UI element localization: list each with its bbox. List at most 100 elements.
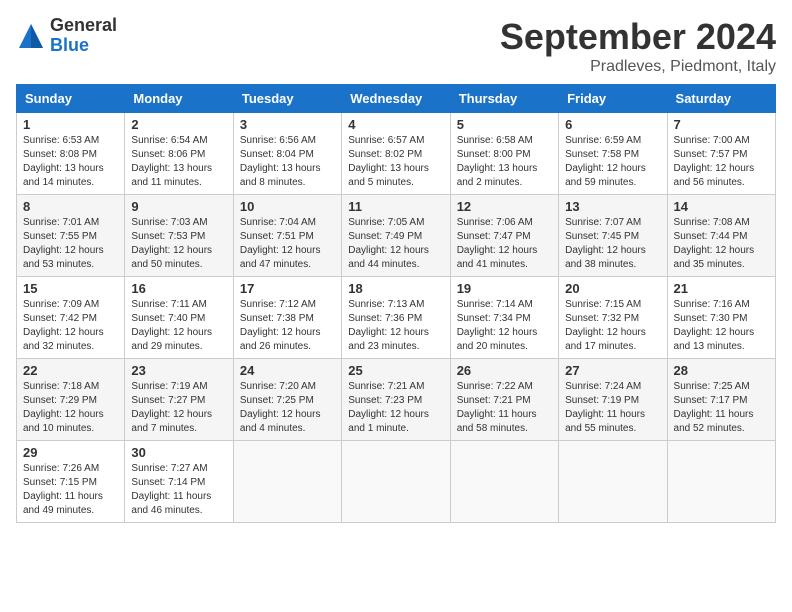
daylight-label: Daylight: 12 hours and 26 minutes. — [240, 327, 321, 352]
daylight-label: Daylight: 13 hours and 8 minutes. — [240, 163, 321, 188]
calendar-cell: 18 Sunrise: 7:13 AM Sunset: 7:36 PM Dayl… — [342, 277, 450, 359]
sunset-label: Sunset: 8:00 PM — [457, 149, 531, 160]
sunrise-label: Sunrise: 6:53 AM — [23, 135, 99, 146]
sunrise-label: Sunrise: 7:18 AM — [23, 381, 99, 392]
title-section: September 2024 Pradleves, Piedmont, Ital… — [500, 16, 776, 76]
sunrise-label: Sunrise: 7:20 AM — [240, 381, 316, 392]
day-info: Sunrise: 7:21 AM Sunset: 7:23 PM Dayligh… — [348, 380, 443, 436]
day-number: 8 — [23, 199, 118, 214]
sunrise-label: Sunrise: 7:04 AM — [240, 217, 316, 228]
calendar-cell — [559, 441, 667, 523]
daylight-label: Daylight: 12 hours and 35 minutes. — [674, 245, 755, 270]
header-tuesday: Tuesday — [233, 85, 341, 113]
calendar-cell: 5 Sunrise: 6:58 AM Sunset: 8:00 PM Dayli… — [450, 113, 558, 195]
sunrise-label: Sunrise: 7:05 AM — [348, 217, 424, 228]
sunset-label: Sunset: 7:32 PM — [565, 313, 639, 324]
logo-icon — [16, 21, 46, 51]
day-number: 1 — [23, 117, 118, 132]
calendar-cell: 4 Sunrise: 6:57 AM Sunset: 8:02 PM Dayli… — [342, 113, 450, 195]
location: Pradleves, Piedmont, Italy — [500, 58, 776, 76]
day-info: Sunrise: 7:22 AM Sunset: 7:21 PM Dayligh… — [457, 380, 552, 436]
day-info: Sunrise: 7:08 AM Sunset: 7:44 PM Dayligh… — [674, 216, 769, 272]
day-info: Sunrise: 7:03 AM Sunset: 7:53 PM Dayligh… — [131, 216, 226, 272]
day-info: Sunrise: 7:11 AM Sunset: 7:40 PM Dayligh… — [131, 298, 226, 354]
day-number: 3 — [240, 117, 335, 132]
daylight-label: Daylight: 11 hours and 52 minutes. — [674, 409, 754, 434]
day-number: 18 — [348, 281, 443, 296]
sunset-label: Sunset: 7:42 PM — [23, 313, 97, 324]
daylight-label: Daylight: 12 hours and 44 minutes. — [348, 245, 429, 270]
daylight-label: Daylight: 12 hours and 1 minute. — [348, 409, 429, 434]
sunset-label: Sunset: 8:04 PM — [240, 149, 314, 160]
day-info: Sunrise: 7:09 AM Sunset: 7:42 PM Dayligh… — [23, 298, 118, 354]
calendar-table: SundayMondayTuesdayWednesdayThursdayFrid… — [16, 84, 776, 523]
calendar-cell: 11 Sunrise: 7:05 AM Sunset: 7:49 PM Dayl… — [342, 195, 450, 277]
calendar-cell: 1 Sunrise: 6:53 AM Sunset: 8:08 PM Dayli… — [17, 113, 125, 195]
daylight-label: Daylight: 12 hours and 29 minutes. — [131, 327, 212, 352]
calendar-cell: 27 Sunrise: 7:24 AM Sunset: 7:19 PM Dayl… — [559, 359, 667, 441]
day-info: Sunrise: 7:15 AM Sunset: 7:32 PM Dayligh… — [565, 298, 660, 354]
sunset-label: Sunset: 7:45 PM — [565, 231, 639, 242]
daylight-label: Daylight: 12 hours and 13 minutes. — [674, 327, 755, 352]
day-info: Sunrise: 7:14 AM Sunset: 7:34 PM Dayligh… — [457, 298, 552, 354]
header-saturday: Saturday — [667, 85, 775, 113]
day-number: 4 — [348, 117, 443, 132]
sunset-label: Sunset: 7:27 PM — [131, 395, 205, 406]
daylight-label: Daylight: 12 hours and 38 minutes. — [565, 245, 646, 270]
sunset-label: Sunset: 7:29 PM — [23, 395, 97, 406]
week-row-3: 15 Sunrise: 7:09 AM Sunset: 7:42 PM Dayl… — [17, 277, 776, 359]
day-info: Sunrise: 7:20 AM Sunset: 7:25 PM Dayligh… — [240, 380, 335, 436]
daylight-label: Daylight: 13 hours and 14 minutes. — [23, 163, 104, 188]
day-info: Sunrise: 6:59 AM Sunset: 7:58 PM Dayligh… — [565, 134, 660, 190]
calendar-cell: 22 Sunrise: 7:18 AM Sunset: 7:29 PM Dayl… — [17, 359, 125, 441]
sunrise-label: Sunrise: 7:16 AM — [674, 299, 750, 310]
sunrise-label: Sunrise: 6:56 AM — [240, 135, 316, 146]
daylight-label: Daylight: 12 hours and 4 minutes. — [240, 409, 321, 434]
day-number: 16 — [131, 281, 226, 296]
day-info: Sunrise: 7:25 AM Sunset: 7:17 PM Dayligh… — [674, 380, 769, 436]
day-number: 14 — [674, 199, 769, 214]
calendar-cell — [342, 441, 450, 523]
day-number: 29 — [23, 445, 118, 460]
day-number: 6 — [565, 117, 660, 132]
calendar-cell: 26 Sunrise: 7:22 AM Sunset: 7:21 PM Dayl… — [450, 359, 558, 441]
day-number: 23 — [131, 363, 226, 378]
daylight-label: Daylight: 12 hours and 47 minutes. — [240, 245, 321, 270]
day-info: Sunrise: 7:12 AM Sunset: 7:38 PM Dayligh… — [240, 298, 335, 354]
sunset-label: Sunset: 8:06 PM — [131, 149, 205, 160]
sunrise-label: Sunrise: 6:59 AM — [565, 135, 641, 146]
day-number: 10 — [240, 199, 335, 214]
daylight-label: Daylight: 12 hours and 32 minutes. — [23, 327, 104, 352]
sunrise-label: Sunrise: 7:11 AM — [131, 299, 206, 310]
day-number: 22 — [23, 363, 118, 378]
calendar-cell: 30 Sunrise: 7:27 AM Sunset: 7:14 PM Dayl… — [125, 441, 233, 523]
day-info: Sunrise: 7:04 AM Sunset: 7:51 PM Dayligh… — [240, 216, 335, 272]
day-number: 28 — [674, 363, 769, 378]
sunset-label: Sunset: 7:40 PM — [131, 313, 205, 324]
sunrise-label: Sunrise: 7:21 AM — [348, 381, 424, 392]
header-thursday: Thursday — [450, 85, 558, 113]
daylight-label: Daylight: 12 hours and 7 minutes. — [131, 409, 212, 434]
daylight-label: Daylight: 12 hours and 59 minutes. — [565, 163, 646, 188]
sunset-label: Sunset: 7:57 PM — [674, 149, 748, 160]
sunset-label: Sunset: 7:21 PM — [457, 395, 531, 406]
sunset-label: Sunset: 7:47 PM — [457, 231, 531, 242]
calendar-cell: 12 Sunrise: 7:06 AM Sunset: 7:47 PM Dayl… — [450, 195, 558, 277]
calendar-cell: 25 Sunrise: 7:21 AM Sunset: 7:23 PM Dayl… — [342, 359, 450, 441]
day-info: Sunrise: 7:19 AM Sunset: 7:27 PM Dayligh… — [131, 380, 226, 436]
day-number: 25 — [348, 363, 443, 378]
sunset-label: Sunset: 7:38 PM — [240, 313, 314, 324]
daylight-label: Daylight: 11 hours and 55 minutes. — [565, 409, 645, 434]
day-number: 27 — [565, 363, 660, 378]
sunrise-label: Sunrise: 7:01 AM — [23, 217, 99, 228]
sunset-label: Sunset: 7:25 PM — [240, 395, 314, 406]
day-info: Sunrise: 7:01 AM Sunset: 7:55 PM Dayligh… — [23, 216, 118, 272]
calendar-cell: 20 Sunrise: 7:15 AM Sunset: 7:32 PM Dayl… — [559, 277, 667, 359]
sunrise-label: Sunrise: 7:24 AM — [565, 381, 641, 392]
sunset-label: Sunset: 7:36 PM — [348, 313, 422, 324]
sunrise-label: Sunrise: 7:08 AM — [674, 217, 750, 228]
daylight-label: Daylight: 12 hours and 50 minutes. — [131, 245, 212, 270]
calendar-cell: 24 Sunrise: 7:20 AM Sunset: 7:25 PM Dayl… — [233, 359, 341, 441]
daylight-label: Daylight: 12 hours and 17 minutes. — [565, 327, 646, 352]
sunset-label: Sunset: 7:17 PM — [674, 395, 748, 406]
